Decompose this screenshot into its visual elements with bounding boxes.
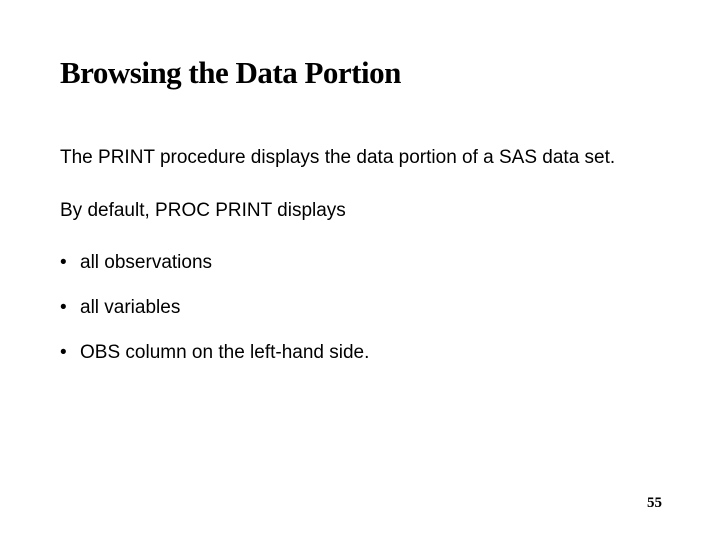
slide-title: Browsing the Data Portion xyxy=(60,55,660,91)
intro-paragraph: The PRINT procedure displays the data po… xyxy=(60,146,660,171)
subhead-paragraph: By default, PROC PRINT displays xyxy=(60,199,660,224)
bullet-list: all observations all variables OBS colum… xyxy=(60,251,660,365)
list-item: all variables xyxy=(60,296,660,321)
list-item: all observations xyxy=(60,251,660,276)
page-number: 55 xyxy=(647,495,662,512)
list-item: OBS column on the left-hand side. xyxy=(60,341,660,366)
